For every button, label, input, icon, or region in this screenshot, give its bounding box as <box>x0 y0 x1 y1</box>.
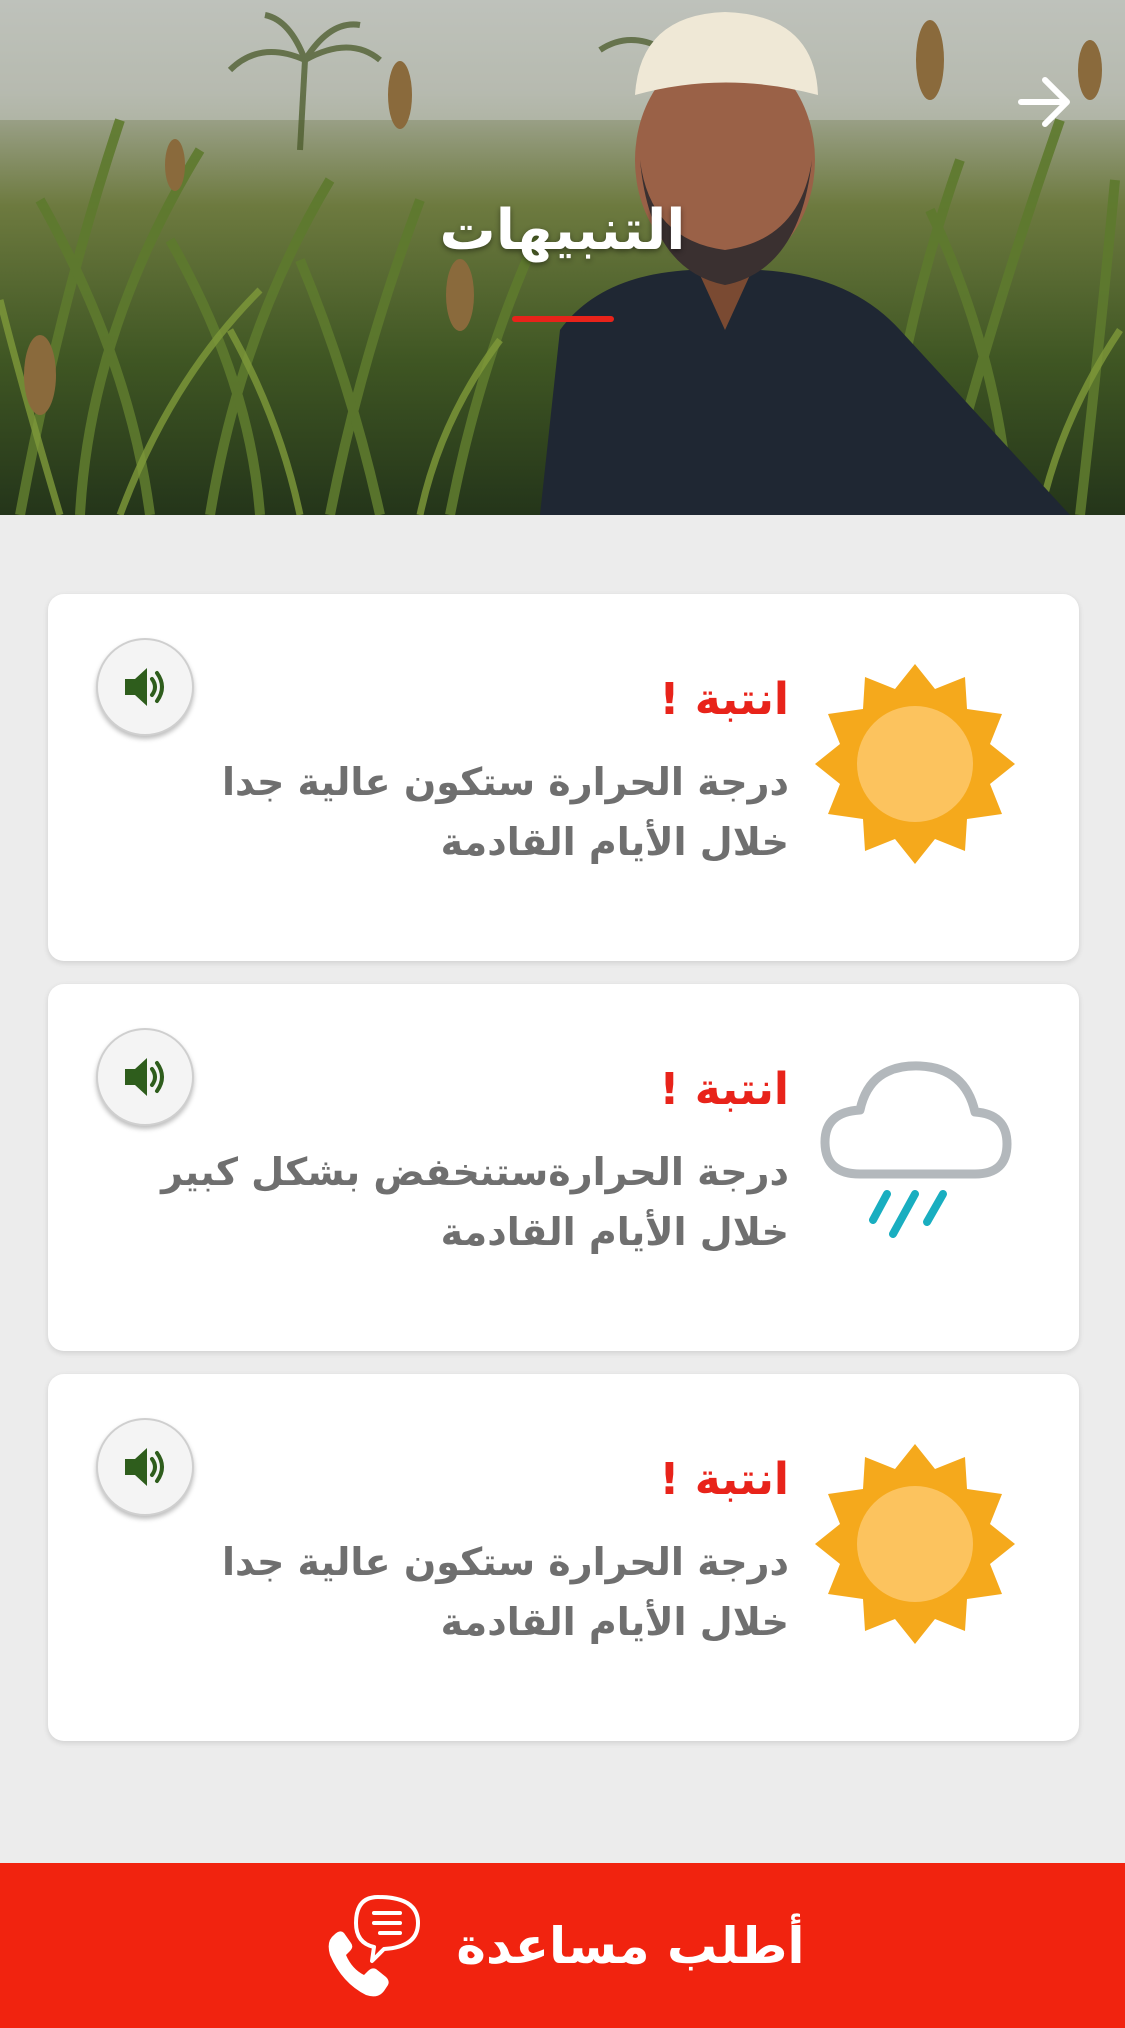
sun-icon <box>815 664 1015 864</box>
speaker-icon <box>125 668 164 706</box>
alert-title: انتبة ! <box>659 1064 789 1115</box>
alert-title: انتبة ! <box>659 1454 789 1505</box>
play-audio-button[interactable] <box>96 1418 194 1516</box>
alert-title: انتبة ! <box>659 674 789 725</box>
request-help-button[interactable]: أطلب مساعدة <box>0 1863 1125 2028</box>
header-banner: التنبيهات <box>0 0 1125 515</box>
page-title: التنبيهات <box>439 198 686 263</box>
speaker-icon <box>125 1448 164 1486</box>
speaker-icon <box>125 1058 164 1096</box>
alert-message: درجة الحرارةستنخفض بشكل كبير خلال الأيام… <box>161 1150 789 1254</box>
alert-card: انتبة ! درجة الحرارة ستكون عالية جدا خلا… <box>48 594 1079 961</box>
alert-message: درجة الحرارة ستكون عالية جدا خلال الأيام… <box>221 1540 789 1644</box>
play-audio-button[interactable] <box>96 638 194 736</box>
alert-message: درجة الحرارة ستكون عالية جدا خلال الأيام… <box>221 760 789 864</box>
title-underline <box>512 316 614 322</box>
play-audio-button[interactable] <box>96 1028 194 1126</box>
arrow-right-icon <box>1018 77 1070 127</box>
help-button-label: أطلب مساعدة <box>456 1916 805 1975</box>
phone-chat-icon <box>329 1894 421 1996</box>
alert-card: انتبة ! درجة الحرارةستنخفض بشكل كبير خلا… <box>48 984 1079 1351</box>
alert-card: انتبة ! درجة الحرارة ستكون عالية جدا خلا… <box>48 1374 1079 1741</box>
back-button[interactable] <box>1005 62 1085 142</box>
sun-icon <box>815 1444 1015 1644</box>
rain-cloud-icon <box>820 1061 1012 1238</box>
